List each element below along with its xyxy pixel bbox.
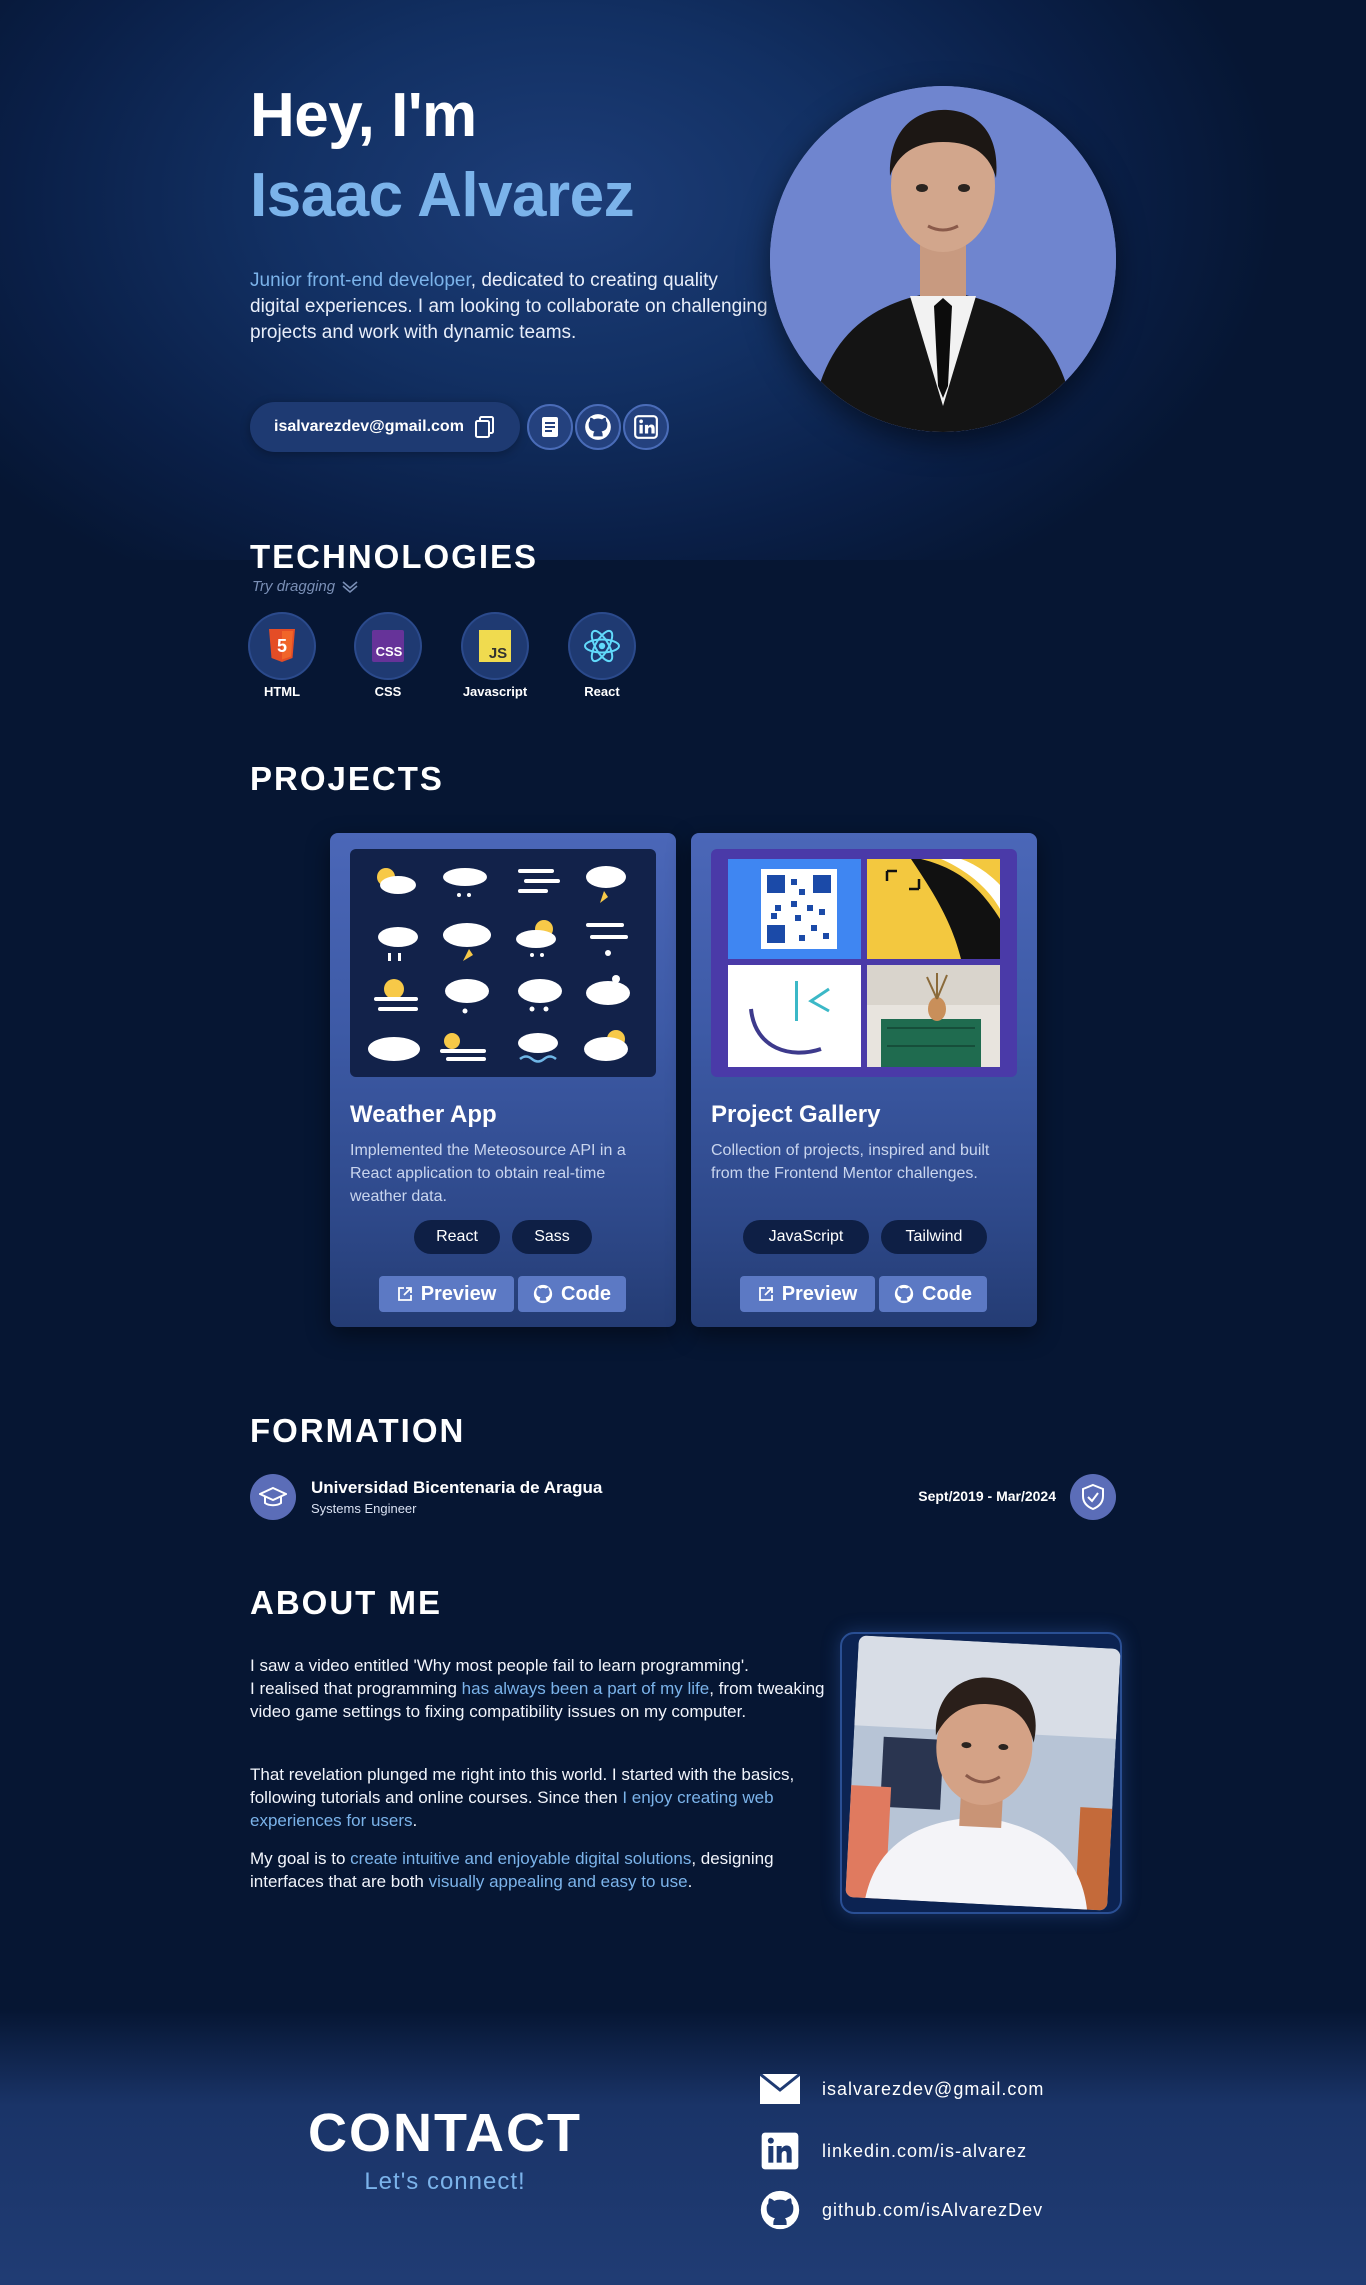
contact-email-link[interactable]: isalvarezdev@gmail.com <box>760 2074 1044 2104</box>
about-title: ABOUT ME <box>250 1584 442 1621</box>
linkedin-icon <box>761 2132 799 2170</box>
preview-button[interactable]: Preview <box>379 1276 514 1312</box>
projects-title: PROJECTS <box>250 760 444 797</box>
preview-button[interactable]: Preview <box>740 1276 875 1312</box>
project-gallery-thumbnail <box>711 849 1017 1077</box>
tech-label: HTML <box>263 684 301 699</box>
github-icon <box>894 1284 914 1304</box>
css-icon: CSS <box>356 614 420 678</box>
tag-react: React <box>414 1220 500 1254</box>
code-button[interactable]: Code <box>518 1276 626 1312</box>
contact-subtitle: Let's connect! <box>364 2168 526 2195</box>
about-highlight: visually appealing and easy to use <box>428 1872 688 1891</box>
tag-tailwind: Tailwind <box>881 1220 987 1254</box>
project-card-weather: Weather App Implemented the Meteosource … <box>330 833 676 1327</box>
about-paragraph-1: I saw a video entitled 'Why most people … <box>250 1654 830 1723</box>
graduation-cap-icon <box>250 1474 296 1520</box>
contact-github: github.com/isAlvarezDev <box>822 2199 1044 2220</box>
university-name: Universidad Bicentenaria de Aragua <box>311 1478 603 1497</box>
profile-avatar <box>770 86 1116 432</box>
copy-icon <box>474 416 494 438</box>
project-title: Weather App <box>350 1101 497 1128</box>
chevron-down-icon <box>342 580 358 593</box>
tech-label: React <box>584 684 620 699</box>
tech-label: Javascript <box>462 684 528 699</box>
hero-greeting: Hey, I'm <box>250 81 477 150</box>
technologies-title: TECHNOLOGIES <box>250 538 539 575</box>
contact-linkedin: linkedin.com/is-alvarez <box>822 2140 1028 2161</box>
hero-email: isalvarezdev@gmail.com <box>274 418 464 435</box>
degree: Systems Engineer <box>311 1501 417 1516</box>
javascript-icon: JS <box>463 614 527 678</box>
contact-github-link[interactable]: github.com/isAlvarezDev <box>760 2190 1043 2230</box>
code-label: Code <box>561 1282 611 1305</box>
about-text: . <box>687 1872 693 1891</box>
tech-javascript[interactable]: JS Javascript <box>455 614 535 699</box>
external-link-icon <box>397 1287 412 1301</box>
about-highlight: has always been a part of my life <box>461 1679 710 1698</box>
project-title: Project Gallery <box>711 1101 881 1128</box>
about-paragraph-2: That revelation plunged me right into th… <box>250 1763 830 1832</box>
resume-icon <box>542 417 558 437</box>
linkedin-icon <box>634 415 658 439</box>
github-icon <box>585 414 611 440</box>
about-highlight: create intuitive and enjoyable digital s… <box>350 1849 692 1868</box>
mail-icon <box>760 2074 800 2104</box>
formation-title: FORMATION <box>250 1412 466 1449</box>
tech-react[interactable]: React <box>562 614 642 699</box>
preview-label: Preview <box>781 1282 858 1305</box>
html5-icon: 5 <box>250 614 314 678</box>
email-copy-button[interactable]: isalvarezdev@gmail.com <box>250 402 520 452</box>
project-card-gallery: Project Gallery Collection of projects, … <box>691 833 1037 1327</box>
shield-check-icon <box>1070 1474 1116 1520</box>
hero-role: Junior front-end developer <box>250 270 471 291</box>
external-link-icon <box>758 1287 773 1301</box>
about-text: I saw a video entitled 'Why most people … <box>250 1656 749 1675</box>
project-description: Implemented the Meteosource API in a Rea… <box>350 1142 626 1205</box>
github-icon <box>533 1284 553 1304</box>
github-link[interactable] <box>575 404 621 450</box>
tag-sass: Sass <box>512 1220 592 1254</box>
about-paragraph-3: My goal is to create intuitive and enjoy… <box>250 1847 830 1893</box>
about-photo <box>845 1635 1121 1911</box>
weather-app-thumbnail <box>350 849 656 1077</box>
about-text: I realised that programming <box>250 1679 462 1698</box>
drag-hint: Try dragging <box>252 578 359 595</box>
hero-description: Junior front-end developer, dedicated to… <box>250 268 770 346</box>
code-label: Code <box>922 1282 972 1305</box>
contact-title: CONTACT <box>308 2103 582 2163</box>
code-button[interactable]: Code <box>879 1276 987 1312</box>
svg-text:JS: JS <box>489 645 507 662</box>
about-text: My goal is to <box>250 1849 351 1868</box>
drag-hint-text: Try dragging <box>252 578 336 595</box>
formation-dates: Sept/2019 - Mar/2024 <box>918 1488 1056 1504</box>
linkedin-link[interactable] <box>623 404 669 450</box>
tech-label: CSS <box>374 684 402 699</box>
svg-text:CSS: CSS <box>376 644 403 659</box>
contact-email: isalvarezdev@gmail.com <box>822 2078 1045 2099</box>
svg-text:5: 5 <box>277 636 287 656</box>
contact-linkedin-link[interactable]: linkedin.com/is-alvarez <box>760 2131 1027 2171</box>
tech-css[interactable]: CSS CSS <box>348 614 428 699</box>
hero-name: Isaac Alvarez <box>250 161 635 230</box>
react-icon <box>570 614 634 678</box>
preview-label: Preview <box>420 1282 497 1305</box>
tech-html[interactable]: 5 HTML <box>242 614 322 699</box>
github-icon <box>760 2190 800 2230</box>
project-description: Collection of projects, inspired and bui… <box>711 1142 990 1182</box>
resume-link[interactable] <box>527 404 573 450</box>
tag-javascript: JavaScript <box>743 1220 869 1254</box>
about-text: . <box>412 1811 418 1830</box>
